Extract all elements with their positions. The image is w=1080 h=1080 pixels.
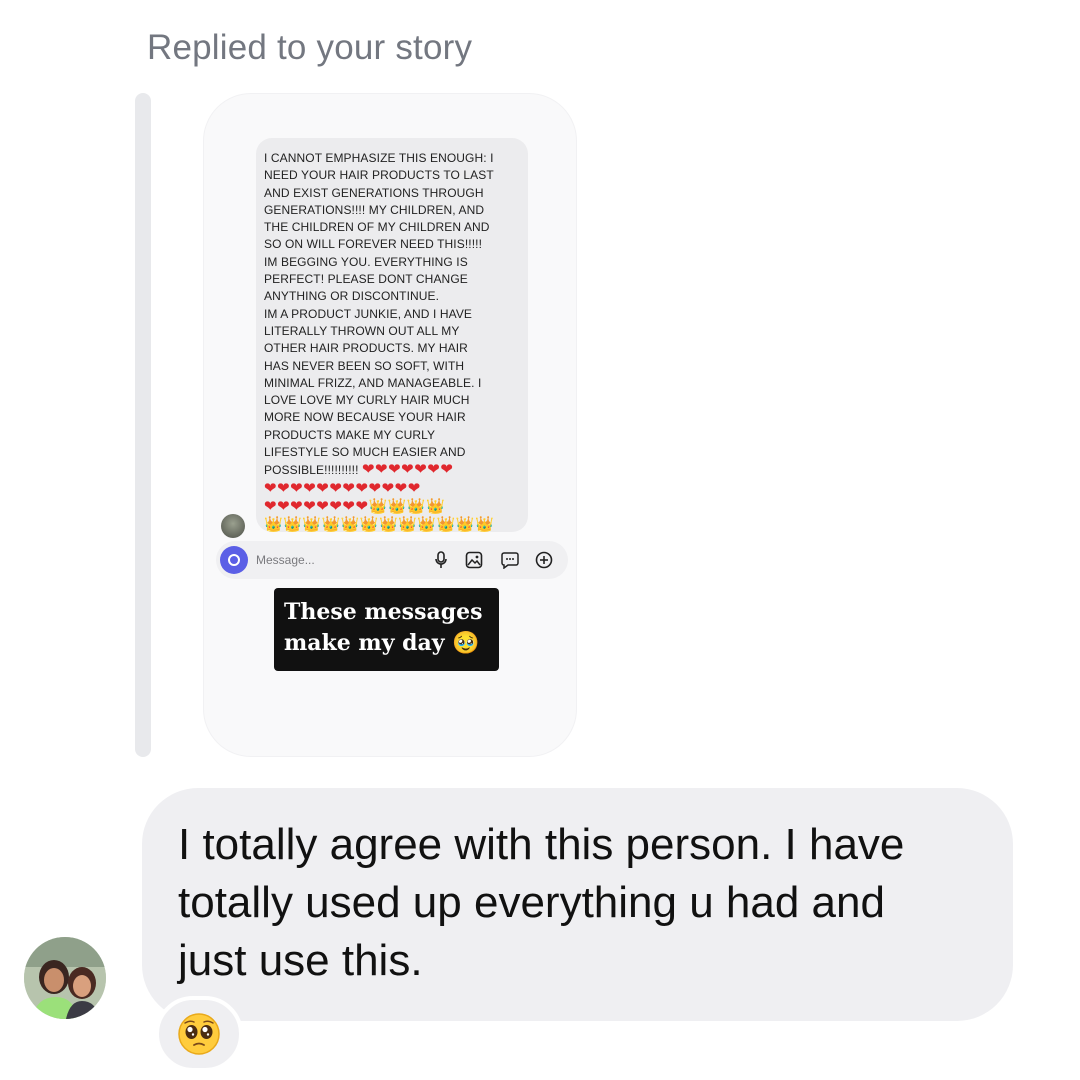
hearts-crowns-row: ❤❤❤❤❤❤❤❤👑👑👑👑 [264,498,518,516]
caption-line-1: These messages [284,599,483,625]
sticker-icon [499,549,521,571]
composer-placeholder: Message... [256,553,315,567]
avatar[interactable] [24,937,106,1019]
quoted-message-text: I CANNOT EMPHASIZE THIS ENOUGH: I NEED Y… [264,151,494,460]
hearts-segment: ❤❤❤❤❤❤❤❤ [264,497,369,515]
plus-circle-icon [533,549,555,571]
quoted-story-message: I CANNOT EMPHASIZE THIS ENOUGH: I NEED Y… [256,138,528,533]
reaction-pill[interactable]: 🥹 [155,996,243,1072]
story-sender-avatar [221,514,245,538]
quoted-last-line-text: POSSIBLE!!!!!!!!!! [264,463,362,478]
message-composer: Message... [216,541,568,579]
story-preview-card[interactable]: I CANNOT EMPHASIZE THIS ENOUGH: I NEED Y… [203,93,577,757]
quote-indicator-bar [135,93,151,757]
hearts-inline: ❤❤❤❤❤❤❤ [361,461,454,479]
reply-message-text: I totally agree with this person. I have… [178,820,905,985]
hearts-row: ❤❤❤❤❤❤❤❤❤❤❤❤ [264,479,421,497]
image-icon [463,549,485,571]
crowns-row: 👑👑👑👑👑👑👑👑👑👑👑👑 [264,515,495,533]
pleading-face-icon [178,1013,220,1055]
crowns-segment: 👑👑👑👑 [368,497,446,515]
caption-line-2: make my day 🥹 [284,630,480,656]
quoted-message-last-line: POSSIBLE!!!!!!!!!! ❤❤❤❤❤❤❤ [264,461,518,479]
story-caption: These messages make my day 🥹 [274,588,499,671]
replied-to-story-label: Replied to your story [147,28,473,67]
reply-message-bubble[interactable]: I totally agree with this person. I have… [142,788,1013,1021]
camera-icon [220,546,248,574]
microphone-icon [430,549,452,571]
